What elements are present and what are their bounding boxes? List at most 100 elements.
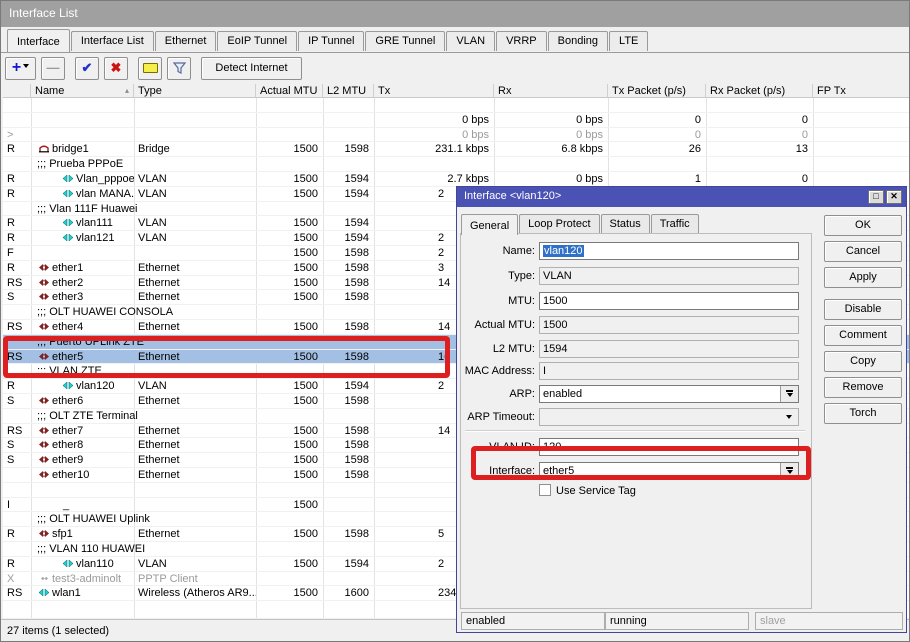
type-input[interactable]: VLAN	[539, 267, 799, 285]
check-icon: ✔	[82, 60, 93, 75]
sort-ascending-icon: ▴	[125, 84, 129, 98]
close-icon[interactable]: ✕	[886, 190, 902, 204]
dropdown-button[interactable]	[780, 386, 798, 402]
arp-timeout-input[interactable]	[539, 408, 799, 426]
interface-name: vlan111	[76, 217, 113, 229]
ethernet-icon	[39, 263, 49, 272]
column-header-tx-packet-p-s-[interactable]: Tx Packet (p/s)	[608, 84, 706, 98]
column-header-fp-tx[interactable]: FP Tx	[813, 84, 910, 98]
cancel-button[interactable]: Cancel	[824, 241, 902, 262]
dialog-tab-general[interactable]: General	[461, 214, 518, 235]
combo-arrow-icon[interactable]	[786, 415, 792, 422]
column-header-rx-packet-p-s-[interactable]: Rx Packet (p/s)	[706, 84, 813, 98]
field-label-mac-address: MAC Address:	[457, 362, 535, 380]
section-divider	[465, 430, 805, 432]
interface-name: vlan120	[76, 380, 115, 392]
dialog-titlebar[interactable]: Interface <vlan120> □ ✕	[457, 187, 906, 207]
vlan-icon	[63, 218, 73, 227]
ethernet-icon	[39, 322, 49, 331]
filter-funnel-icon	[173, 62, 186, 75]
use-service-tag-checkbox[interactable]: Use Service Tag	[539, 484, 636, 498]
interface-list-window: Interface List InterfaceInterface ListEt…	[0, 0, 910, 642]
ethernet-icon	[39, 455, 49, 464]
dialog-title: Interface <vlan120>	[464, 190, 561, 202]
enable-button[interactable]: ✔	[75, 57, 99, 80]
table-row[interactable]: >0 bps0 bps000	[3, 128, 909, 143]
column-header-flags[interactable]	[3, 84, 31, 98]
tab-vrrp[interactable]: VRRP	[496, 31, 547, 51]
column-header-rx[interactable]: Rx	[494, 84, 608, 98]
ethernet-icon	[39, 292, 49, 301]
tab-gre-tunnel[interactable]: GRE Tunnel	[365, 31, 445, 51]
checkbox-box[interactable]	[539, 484, 551, 496]
remove-button[interactable]: —	[41, 57, 65, 80]
maximize-button[interactable]: □	[868, 190, 884, 204]
window-titlebar[interactable]: Interface List	[1, 1, 909, 27]
toolbar: + — ✔ ✖ Detect Internet	[1, 54, 909, 83]
tab-interface-list[interactable]: Interface List	[71, 31, 154, 51]
table-row-blank[interactable]	[3, 98, 909, 113]
column-header-l2-mtu[interactable]: L2 MTU	[323, 84, 374, 98]
minus-icon: —	[47, 60, 60, 75]
disable-button[interactable]: ✖	[104, 57, 128, 80]
tab-interface[interactable]: Interface	[7, 29, 70, 52]
detect-internet-button[interactable]: Detect Internet	[201, 57, 302, 80]
apply-button[interactable]: Apply	[824, 267, 902, 288]
pptp-icon	[39, 574, 49, 583]
comment-button[interactable]	[138, 57, 162, 80]
l2-mtu-input[interactable]: 1594	[539, 340, 799, 358]
ethernet-icon	[39, 396, 49, 405]
window-title: Interface List	[9, 6, 78, 20]
column-header-actual-mtu[interactable]: Actual MTU	[256, 84, 323, 98]
chevron-down-icon	[23, 64, 29, 71]
tab-eoip-tunnel[interactable]: EoIP Tunnel	[217, 31, 297, 51]
field-label-name: Name:	[457, 242, 535, 260]
selected-text: vlan120	[543, 245, 584, 257]
table-row-Vlan-pppoe[interactable]: RVlan_pppoeVLAN150015942.7 kbps0 bps100	[3, 172, 909, 187]
tab-ethernet[interactable]: Ethernet	[155, 31, 217, 51]
mtu-input[interactable]: 1500	[539, 292, 799, 310]
comment-button[interactable]: Comment	[824, 325, 902, 346]
ethernet-icon	[39, 529, 49, 538]
interface-name: wlan1	[52, 587, 81, 599]
dialog-tab-loop-protect[interactable]: Loop Protect	[519, 214, 599, 233]
column-header-type[interactable]: Type	[134, 84, 256, 98]
table-row-bridge1[interactable]: Rbridge1Bridge15001598231.1 kbps6.8 kbps…	[3, 142, 909, 157]
remove-button[interactable]: Remove	[824, 377, 902, 398]
interface-name: _	[63, 499, 69, 511]
annotation-rectangle-rows	[3, 336, 450, 378]
ethernet-icon	[39, 426, 49, 435]
ethernet-icon	[39, 278, 49, 287]
vlan-icon	[63, 559, 73, 568]
arp-input[interactable]: enabled	[539, 385, 799, 403]
tab-lte[interactable]: LTE	[609, 31, 648, 51]
interface-name: ether1	[52, 262, 83, 274]
interface-name: test3-adminolt	[52, 573, 121, 585]
field-label-type: Type:	[457, 267, 535, 285]
column-header-tx[interactable]: Tx	[374, 84, 494, 98]
tab-ip-tunnel[interactable]: IP Tunnel	[298, 31, 364, 51]
comment-row[interactable]: ;;; Prueba PPPoE	[3, 157, 909, 172]
dialog-tab-traffic[interactable]: Traffic	[651, 214, 699, 233]
interface-name: ether2	[52, 277, 83, 289]
actual-mtu-input[interactable]: 1500	[539, 316, 799, 334]
torch-button[interactable]: Torch	[824, 403, 902, 424]
copy-button[interactable]: Copy	[824, 351, 902, 372]
table-row[interactable]: 0 bps0 bps000	[3, 113, 909, 128]
interface-name: sfp1	[52, 528, 73, 540]
ok-button[interactable]: OK	[824, 215, 902, 236]
disable-button[interactable]: Disable	[824, 299, 902, 320]
table-header-row: Name▴TypeActual MTUL2 MTUTxRxTx Packet (…	[3, 84, 909, 98]
dialog-tab-status[interactable]: Status	[601, 214, 650, 233]
tab-vlan[interactable]: VLAN	[446, 31, 495, 51]
ethernet-icon	[39, 470, 49, 479]
tab-bonding[interactable]: Bonding	[548, 31, 608, 51]
mac-address-input[interactable]: I	[539, 362, 799, 380]
add-button[interactable]: +	[5, 57, 36, 80]
interface-name: ether7	[52, 425, 83, 437]
interface-name: ether8	[52, 439, 83, 451]
filter-button[interactable]	[167, 57, 191, 80]
column-header-name[interactable]: Name▴	[31, 84, 134, 98]
main-tab-strip: InterfaceInterface ListEthernetEoIP Tunn…	[1, 27, 909, 53]
name-input[interactable]: vlan120	[539, 242, 799, 260]
